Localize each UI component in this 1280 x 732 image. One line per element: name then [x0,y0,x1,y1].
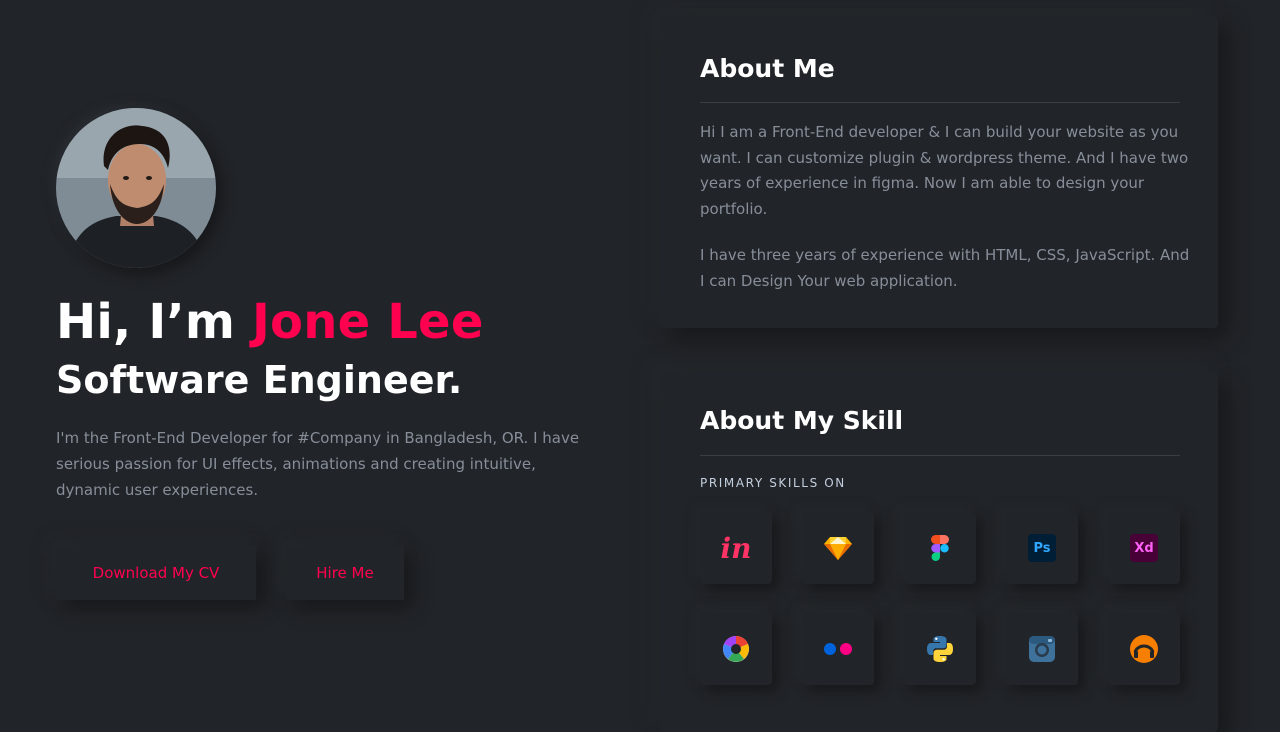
skill-tile-picasa[interactable] [700,613,772,685]
photoshop-icon: Ps [1028,534,1056,562]
adobe-xd-icon: Xd [1130,534,1158,562]
divider [700,455,1180,456]
hero-section: Hi, I’m Jone Lee Software Engineer. I'm … [56,0,616,720]
flickr-icon [824,643,852,655]
about-heading: About Me [700,54,835,83]
invision-icon: in [720,531,752,565]
primary-skills-label: PRIMARY SKILLS ON [700,476,846,490]
hire-me-button[interactable]: Hire Me [286,546,404,600]
skill-tile-photoshop[interactable]: Ps [1006,512,1078,584]
skill-tile-flickr[interactable] [802,613,874,685]
about-paragraph: I have three years of experience with HT… [700,246,1190,290]
hero-title: Software Engineer. [56,358,463,402]
about-me-card: About Me Hi I am a Front-End developer &… [660,16,1218,328]
adobe-xd-icon-text: Xd [1134,540,1154,556]
hero-name: Jone Lee [252,294,484,350]
skill-tile-grooveshark[interactable] [1108,613,1180,685]
skill-tile-sketch[interactable] [802,512,874,584]
skill-tile-instagram[interactable] [1006,613,1078,685]
photoshop-icon-text: Ps [1033,540,1051,556]
about-skill-card: About My Skill PRIMARY SKILLS ON in Ps X… [660,372,1218,732]
skill-tile-adobe-xd[interactable]: Xd [1108,512,1180,584]
skill-tile-python[interactable] [904,613,976,685]
skill-tile-figma[interactable] [904,512,976,584]
about-paragraph: Hi I am a Front-End developer & I can bu… [700,123,1189,218]
profile-photo [56,108,216,268]
instagram-icon [1029,636,1055,662]
picasa-icon [723,636,749,662]
hero-intro: I'm the Front-End Developer for #Company… [56,429,580,499]
sketch-icon [824,537,852,560]
download-cv-button[interactable]: Download My CV [56,546,256,600]
figma-icon [931,535,949,561]
profile-avatar [56,108,216,268]
hero-greeting: Hi, I’m Jone Lee [56,292,484,352]
skill-tile-invision[interactable]: in [700,512,772,584]
python-icon [927,636,953,662]
grooveshark-icon [1130,635,1158,663]
skill-heading: About My Skill [700,406,904,435]
divider [700,102,1180,103]
greeting-text: Hi, I’m [56,294,252,350]
